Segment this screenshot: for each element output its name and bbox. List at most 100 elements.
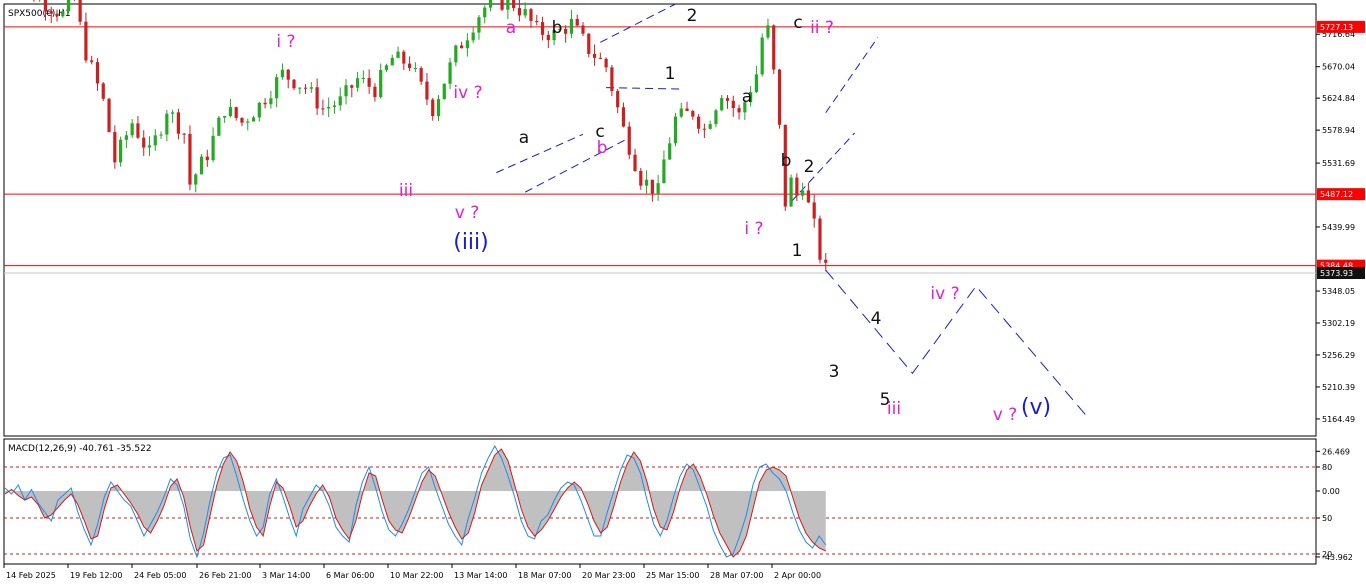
- macd-ytick-label: 26.469: [1322, 447, 1350, 456]
- time-tick-label: 13 Mar 14:00: [454, 571, 507, 580]
- price-candle-body: [211, 135, 215, 161]
- price-candle-body: [292, 79, 296, 89]
- time-tick-label: 20 Mar 23:00: [582, 571, 635, 580]
- price-candle-body: [413, 68, 417, 70]
- price-candle-body: [240, 117, 244, 123]
- wave-label: 3: [829, 362, 840, 382]
- price-candle-body: [483, 7, 487, 18]
- price-ytick-label: 5578.94: [1322, 126, 1355, 135]
- price-candle-body: [801, 190, 805, 196]
- price-candle-body: [708, 124, 712, 129]
- wave-label: 1: [792, 241, 803, 261]
- price-candle-body: [818, 218, 822, 260]
- price-candle-body: [824, 259, 828, 263]
- price-candle-body: [321, 108, 325, 110]
- price-candle-body: [275, 77, 279, 99]
- price-candle-body: [592, 53, 597, 58]
- price-candle-body: [384, 65, 389, 70]
- price-candle-body: [408, 63, 412, 69]
- price-candle-body: [662, 159, 666, 184]
- wave-label: v ?: [455, 203, 480, 223]
- price-candle-body: [777, 69, 782, 125]
- price-candle-body: [644, 179, 649, 186]
- price-candle-body: [246, 121, 250, 123]
- wave-label: a: [742, 87, 752, 107]
- time-tick-label: 24 Feb 05:00: [134, 571, 186, 580]
- price-ytick-label: 5348.05: [1322, 287, 1355, 296]
- price-candle-body: [465, 40, 469, 49]
- price-candle-body: [402, 51, 406, 64]
- chart-canvas: SPX500(€),H1 5716.645670.045624.845578.9…: [0, 0, 1366, 588]
- price-candle-body: [107, 98, 111, 133]
- wave-label: i ?: [276, 32, 295, 52]
- price-candle-body: [587, 33, 591, 54]
- time-tick-label: 10 Mar 22:00: [390, 571, 443, 580]
- price-candle-body: [419, 68, 423, 82]
- price-candle-body: [315, 87, 319, 109]
- price-candle-body: [361, 77, 365, 79]
- price-candle-body: [691, 111, 695, 117]
- wave-label: 4: [871, 309, 882, 329]
- macd-ytick-label: 80: [1322, 463, 1332, 472]
- price-candle-body: [529, 9, 533, 21]
- price-candle-body: [55, 13, 59, 17]
- price-candle-body: [512, 0, 516, 9]
- price-candle-body: [535, 20, 539, 23]
- macd-panel-title: MACD(12,26,9) -40.761 -35.522: [8, 444, 152, 454]
- price-candle-body: [205, 156, 209, 161]
- price-candle-body: [165, 113, 169, 135]
- price-candle-body: [171, 112, 175, 114]
- price-candle-body: [685, 108, 689, 112]
- price-ytick-label: 5164.49: [1322, 415, 1355, 424]
- wave-label: iv ?: [930, 284, 959, 304]
- price-candle-body: [176, 112, 180, 134]
- price-candle-body: [303, 87, 308, 89]
- price-candle-body: [147, 145, 152, 148]
- wave-label: iii: [887, 399, 901, 419]
- time-tick-label: 3 Mar 14:00: [262, 571, 310, 580]
- price-candle-body: [327, 106, 331, 109]
- price-level-tag-label: 5487.12: [1320, 190, 1353, 199]
- price-candle-body: [124, 135, 128, 140]
- wave-label: (v): [1021, 395, 1051, 420]
- price-candle-body: [760, 37, 764, 75]
- price-candle-body: [251, 117, 256, 122]
- price-candle-body: [199, 156, 204, 175]
- price-candle-body: [500, 0, 504, 10]
- price-candle-body: [621, 107, 626, 127]
- price-candle-body: [286, 69, 290, 80]
- price-candle-body: [95, 62, 100, 84]
- price-candle-body: [697, 116, 701, 129]
- price-candle-body: [228, 107, 233, 117]
- price-ytick-label: 5670.04: [1322, 63, 1355, 72]
- wave-label: ii ?: [810, 18, 834, 38]
- price-candle-body: [136, 123, 140, 138]
- price-candle-body: [569, 18, 574, 34]
- wave-label: v ?: [993, 405, 1018, 425]
- time-tick-label: 18 Mar 07:00: [518, 571, 571, 580]
- price-candle-body: [332, 105, 337, 107]
- wave-label: iv ?: [453, 83, 482, 103]
- price-candle-body: [78, 0, 82, 22]
- price-ytick-label: 5302.19: [1322, 319, 1355, 328]
- price-candle-body: [90, 60, 94, 63]
- time-tick-label: 19 Feb 12:00: [70, 571, 122, 580]
- price-candle-body: [720, 98, 724, 111]
- price-candle-body: [702, 128, 706, 130]
- price-candle-body: [448, 62, 452, 84]
- price-candle-body: [355, 78, 360, 88]
- price-ytick-label: 5256.29: [1322, 351, 1355, 360]
- price-candle-body: [280, 69, 285, 78]
- price-candle-body: [425, 81, 429, 100]
- price-candle-body: [616, 91, 620, 108]
- price-candle-body: [546, 34, 550, 41]
- price-candle-body: [540, 22, 545, 35]
- price-candle-body: [598, 57, 602, 59]
- price-candle-body: [188, 133, 192, 185]
- price-candle-body: [714, 110, 718, 125]
- wave-label: c: [793, 13, 802, 33]
- price-candle-body: [731, 100, 735, 109]
- price-candle-body: [113, 132, 117, 163]
- price-candle-body: [84, 21, 88, 61]
- price-candle-body: [656, 183, 660, 194]
